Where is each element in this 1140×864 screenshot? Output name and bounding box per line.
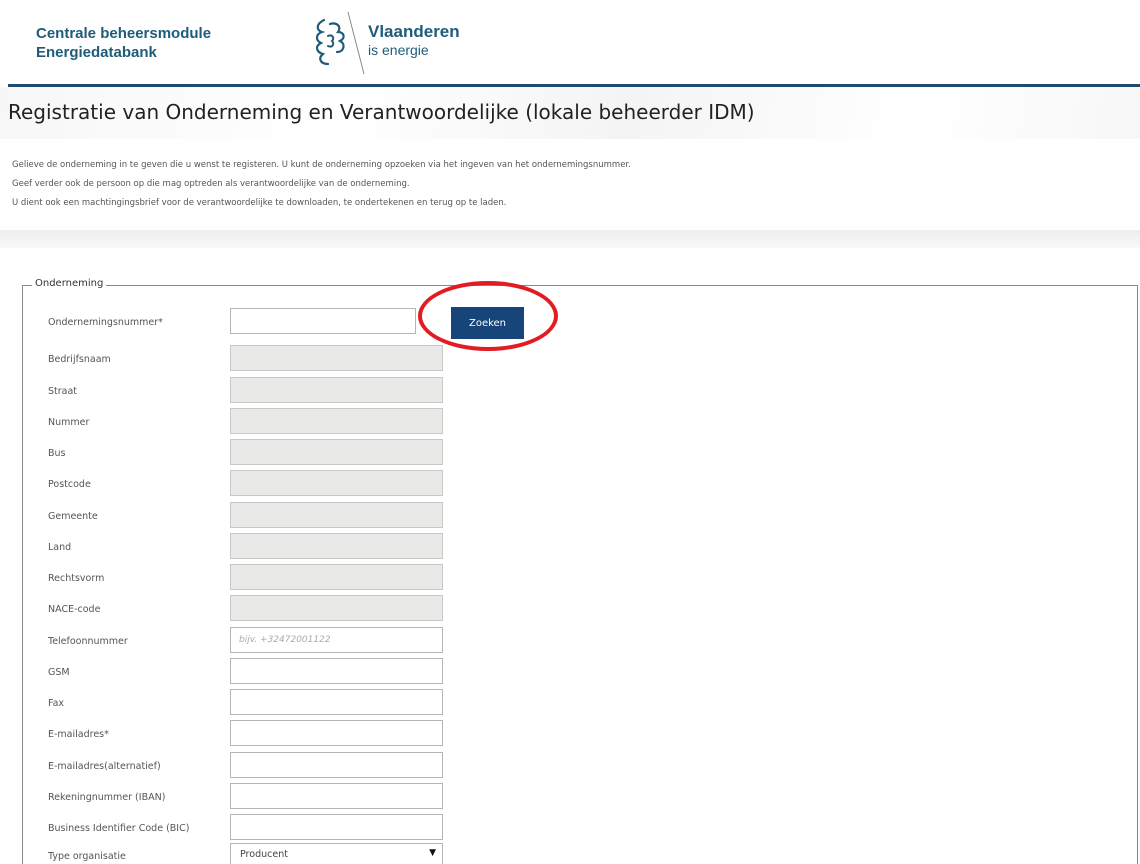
bedrijfsnaam-field <box>230 345 443 371</box>
brand-title-line-2: Energiedatabank <box>36 44 157 61</box>
logo-line-1: Vlaanderen <box>368 22 460 41</box>
app-header: Centrale beheersmodule Energiedatabank V… <box>0 0 1140 84</box>
emailadres-input[interactable] <box>230 720 443 746</box>
bus-label: Bus <box>48 448 66 459</box>
intro-line-1: Gelieve de onderneming in te geven die u… <box>12 160 631 170</box>
gsm-label: GSM <box>48 667 70 678</box>
brand-title-line-1: Centrale beheersmodule <box>36 25 212 42</box>
nummer-label: Nummer <box>48 417 90 428</box>
type-organisatie-label: Type organisatie <box>48 851 126 862</box>
section-divider <box>0 230 1140 248</box>
fieldset-legend: Onderneming <box>32 277 107 291</box>
type-organisatie-select[interactable]: Producent ▼ <box>230 843 443 864</box>
postcode-label: Postcode <box>48 479 91 490</box>
dropdown-arrow-icon: ▼ <box>429 848 436 858</box>
nummer-field <box>230 408 443 434</box>
registration-page: Centrale beheersmodule Energiedatabank V… <box>0 0 1140 864</box>
telefoonnummer-input[interactable] <box>230 627 443 653</box>
bic-label: Business Identifier Code (BIC) <box>48 823 190 834</box>
onderneming-fieldset <box>22 285 1138 864</box>
straat-field <box>230 377 443 403</box>
flemish-lion-icon <box>315 11 365 75</box>
rechtsvorm-label: Rechtsvorm <box>48 573 105 584</box>
intro-line-2: Geef verder ook de persoon op die mag op… <box>12 179 410 189</box>
ondernemingsnummer-label: Ondernemingsnummer* <box>48 317 163 328</box>
brand-title[interactable]: Centrale beheersmodule Energiedatabank <box>36 24 211 62</box>
logo-line-2: is energie <box>368 42 429 58</box>
land-field <box>230 533 443 559</box>
nace-code-label: NACE-code <box>48 604 101 615</box>
zoeken-button[interactable]: Zoeken <box>451 307 524 339</box>
rekeningnummer-label: Rekeningnummer (IBAN) <box>48 792 166 803</box>
gemeente-field <box>230 502 443 528</box>
gsm-input[interactable] <box>230 658 443 684</box>
nace-code-field <box>230 595 443 621</box>
rekeningnummer-input[interactable] <box>230 783 443 809</box>
straat-label: Straat <box>48 386 78 397</box>
emailadres-label: E-mailadres* <box>48 729 109 740</box>
fax-label: Fax <box>48 698 65 709</box>
type-organisatie-value: Producent <box>240 849 288 860</box>
fax-input[interactable] <box>230 689 443 715</box>
intro-line-3: U dient ook een machtingingsbrief voor d… <box>12 198 507 208</box>
telefoonnummer-label: Telefoonnummer <box>48 636 128 647</box>
bic-input[interactable] <box>230 814 443 840</box>
intro-text: Gelieve de onderneming in te geven die u… <box>12 156 1112 213</box>
ondernemingsnummer-input[interactable] <box>230 308 416 334</box>
emailadres-alternatief-label: E-mailadres(alternatief) <box>48 761 161 772</box>
gemeente-label: Gemeente <box>48 511 98 522</box>
postcode-field <box>230 470 443 496</box>
vlaanderen-logo[interactable]: Vlaanderen is energie <box>306 10 486 76</box>
logo-wordmark: Vlaanderen is energie <box>368 22 460 58</box>
emailadres-alternatief-input[interactable] <box>230 752 443 778</box>
land-label: Land <box>48 542 72 553</box>
bus-field <box>230 439 443 465</box>
rechtsvorm-field <box>230 564 443 590</box>
bedrijfsnaam-label: Bedrijfsnaam <box>48 354 111 365</box>
page-title: Registratie van Onderneming en Verantwoo… <box>8 100 755 124</box>
